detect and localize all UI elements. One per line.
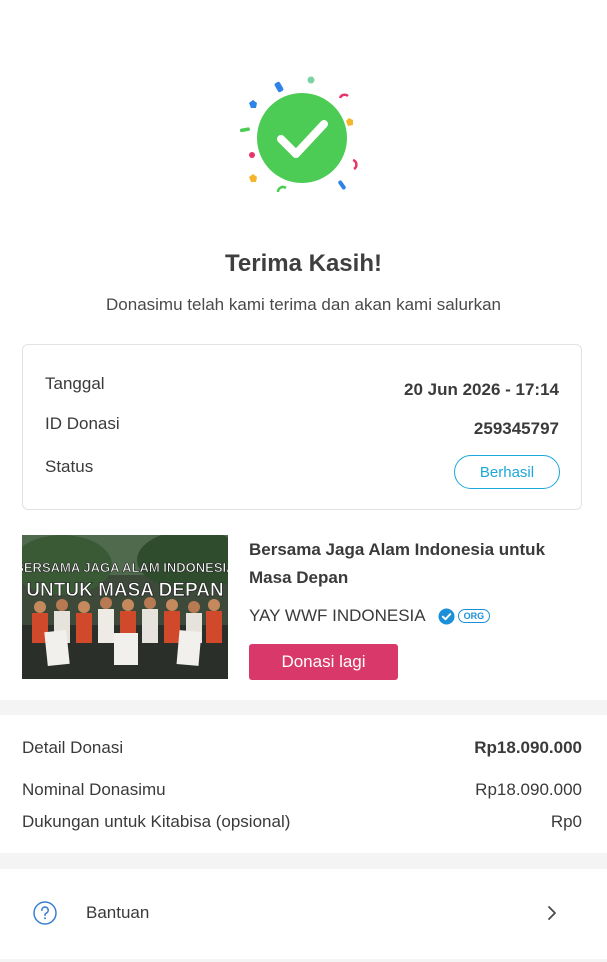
donation-id-label: ID Donasi: [45, 414, 120, 433]
thank-you-title: Terima Kasih!: [225, 250, 382, 277]
donation-id-value: 259345797: [473, 419, 559, 438]
date-label: Tanggal: [45, 374, 105, 393]
organizer-name: YAY WWF INDONESIA: [249, 606, 426, 625]
thank-you-subtitle: Donasimu telah kami terima dan akan kami…: [106, 295, 501, 314]
nominal-value: Rp18.090.000: [475, 780, 582, 799]
donation-detail-card: Detail Donasi Rp18.090.000 Nominal Donas…: [0, 715, 607, 853]
status-label: Status: [45, 457, 94, 476]
detail-header-value: Rp18.090.000: [474, 738, 582, 757]
donate-again-button[interactable]: Donasi lagi: [249, 644, 398, 680]
detail-header-label: Detail Donasi: [22, 738, 124, 757]
campaign-image[interactable]: BERSAMA JAGA ALAM INDONESIA UNTUK MASA D…: [22, 535, 228, 679]
support-label: Dukungan untuk Kitabisa (opsional): [22, 812, 291, 831]
campaign-image-caption-2: UNTUK MASA DEPAN: [26, 580, 223, 601]
chevron-right-icon: [548, 906, 556, 920]
organizer[interactable]: YAY WWF INDONESIA ORG: [249, 605, 491, 627]
success-card: Terima Kasih! Donasimu telah kami terima…: [0, 0, 607, 700]
nominal-label: Nominal Donasimu: [22, 780, 166, 799]
date-value: 20 Jun 2026 - 17:14: [404, 380, 559, 399]
help-label: Bantuan: [86, 903, 150, 922]
campaign-image-caption-1: BERSAMA JAGA ALAM INDONESIA: [22, 560, 228, 575]
check-circle-icon: [239, 76, 358, 193]
support-value: Rp0: [550, 812, 582, 831]
org-tag: ORG: [457, 609, 491, 623]
campaign-people: [32, 597, 222, 667]
question-circle-icon: [33, 901, 57, 925]
donation-info-box: Tanggal 20 Jun 2026 - 17:14 ID Donasi 25…: [22, 344, 582, 510]
campaign-title[interactable]: Bersama Jaga Alam Indonesia untuk Masa D…: [249, 536, 579, 592]
status-badge: Berhasil: [454, 455, 560, 489]
help-row[interactable]: Bantuan: [0, 869, 607, 959]
verified-icon: [438, 608, 455, 624]
